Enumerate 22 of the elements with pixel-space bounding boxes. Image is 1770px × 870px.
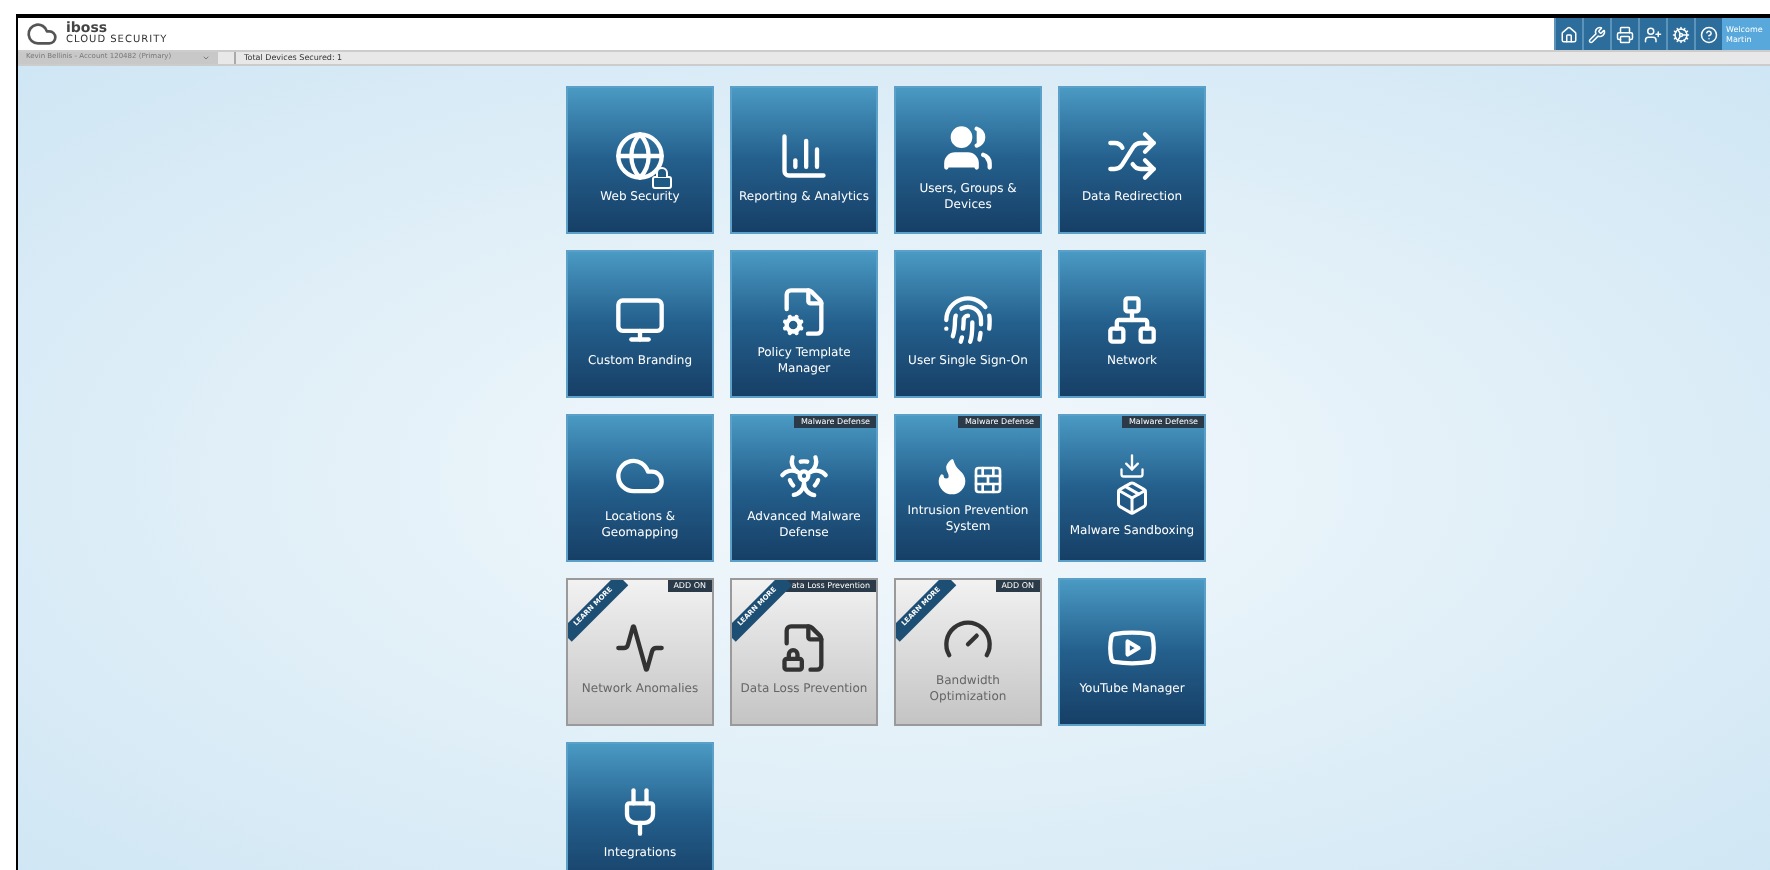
wrench-button[interactable] bbox=[1582, 18, 1610, 50]
printer-icon bbox=[1616, 25, 1634, 43]
monitor-icon bbox=[614, 294, 666, 346]
user-plus-icon bbox=[1644, 25, 1662, 43]
home-icon bbox=[1560, 25, 1578, 43]
cogs-button[interactable] bbox=[1666, 18, 1694, 50]
download-box-icon bbox=[1114, 452, 1150, 516]
activity-icon bbox=[614, 622, 666, 674]
settings-icon bbox=[1672, 25, 1690, 43]
file-cog-icon bbox=[778, 286, 830, 338]
shuffle-icon bbox=[1106, 130, 1158, 182]
bar-chart-icon bbox=[778, 130, 830, 182]
printer-button[interactable] bbox=[1610, 18, 1638, 50]
wrench-icon bbox=[1588, 25, 1606, 43]
user-plus-button[interactable] bbox=[1638, 18, 1666, 50]
home-button[interactable] bbox=[1554, 18, 1582, 50]
help-icon bbox=[1700, 25, 1718, 43]
fingerprint-icon bbox=[942, 294, 994, 346]
network-icon bbox=[1106, 294, 1158, 346]
cloud-logo-icon bbox=[26, 18, 58, 50]
users-icon bbox=[942, 122, 994, 174]
biohazard-icon bbox=[778, 450, 830, 502]
